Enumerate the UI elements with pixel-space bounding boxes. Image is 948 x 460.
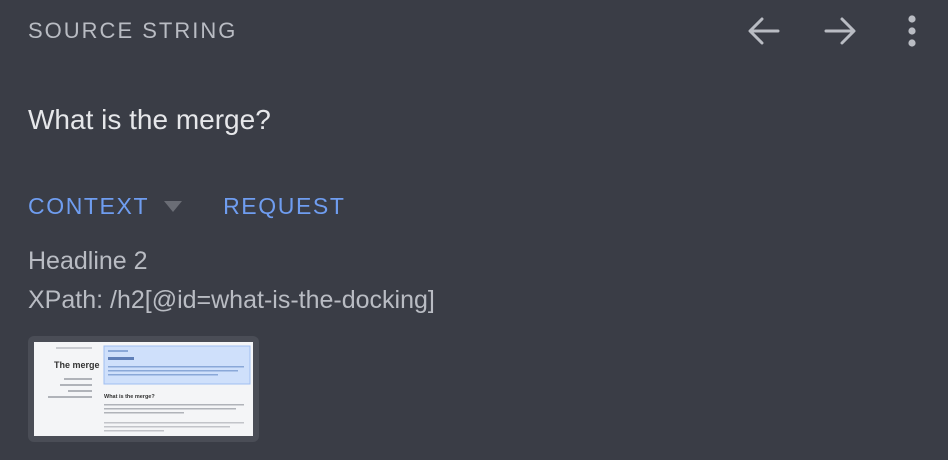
source-string-text: What is the merge?	[28, 104, 271, 135]
more-vertical-icon	[908, 15, 916, 47]
context-xpath: XPath: /h2[@id=what-is-the-docking]	[28, 286, 435, 314]
tab-request[interactable]: REQUEST	[223, 190, 345, 222]
panel-header: SOURCE STRING	[28, 14, 924, 48]
context-dropdown-toggle[interactable]	[163, 199, 183, 213]
previous-string-button[interactable]	[744, 14, 784, 48]
caret-down-icon	[164, 201, 183, 212]
panel-title: SOURCE STRING	[28, 18, 238, 43]
arrow-left-icon	[748, 17, 780, 45]
thumb-heading: The merge	[54, 360, 100, 370]
more-options-button[interactable]	[900, 14, 924, 48]
arrow-right-icon	[824, 17, 856, 45]
source-string-panel: SOURCE STRING What is the merge? CONTEXT…	[0, 0, 948, 460]
header-actions	[744, 14, 924, 48]
screenshot-preview: The merge What is the merge?	[34, 342, 253, 436]
screenshot-preview-graphic: The merge What is the merge?	[48, 345, 251, 432]
thumb-section-heading: What is the merge?	[104, 394, 155, 400]
context-element-type: Headline 2	[28, 247, 148, 275]
context-screenshot-thumbnail[interactable]: The merge What is the merge?	[28, 336, 259, 442]
info-tabs: CONTEXT REQUEST	[28, 190, 345, 222]
next-string-button[interactable]	[820, 14, 860, 48]
tab-context[interactable]: CONTEXT	[28, 190, 149, 222]
